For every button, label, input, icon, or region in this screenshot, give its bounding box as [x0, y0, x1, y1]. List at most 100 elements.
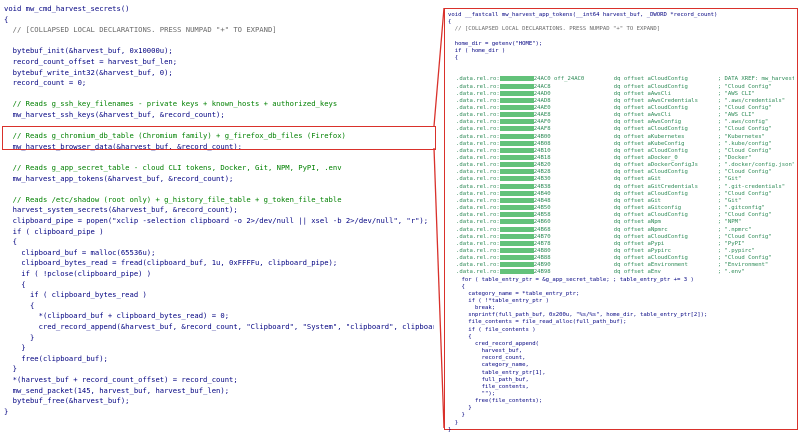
row-operand: dq offset aKubernetes: [613, 133, 685, 140]
row-operand: dq offset aAwsCli: [613, 112, 672, 119]
redaction-block: [499, 240, 534, 246]
row-address: .data.rel.ro:: [456, 140, 500, 147]
row-label: 24AD8: [533, 97, 551, 104]
code-line: {: [448, 19, 452, 26]
data-table-row: .data.rel.ro: 24B08 dq offset aKubeConfig;…: [456, 140, 794, 148]
code-line: category_name,: [448, 362, 529, 369]
redaction-block: [499, 212, 534, 218]
row-address: .data.rel.ro:: [456, 226, 500, 233]
row-comment: ; ".gitconfig": [717, 205, 765, 212]
row-label: 24B70: [533, 233, 551, 240]
row-operand: dq offset aGit: [613, 197, 661, 204]
row-address: .data.rel.ro:: [456, 90, 500, 97]
row-label: 24AE0: [533, 104, 551, 111]
row-address: .data.rel.ro:: [456, 155, 500, 161]
row-comment: ; DATA XREF: mw_harvest_app: [717, 76, 794, 83]
row-operand: dq offset aCloudConfig: [613, 255, 688, 262]
redaction-block: [499, 183, 534, 189]
data-table-row: .data.rel.ro: 24B30 dq offset aGit ; "Git": [456, 176, 794, 183]
row-comment: ; "Cloud Config": [717, 255, 772, 262]
data-table-row: .data.rel.ro: 24B88 dq offset aCloudConfig…: [456, 255, 794, 262]
row-operand: dq offset aCloudConfig: [613, 190, 688, 197]
row-address: .data.rel.ro:: [456, 112, 500, 119]
redaction-block: [499, 133, 534, 139]
code-line: if ( !*table_entry_ptr ): [448, 298, 550, 304]
code-line: }: [448, 405, 472, 412]
data-table-row: .data.rel.ro: 24AC8 dq offset aCloudConfig…: [456, 83, 794, 91]
row-label: 24B58: [533, 212, 551, 219]
row-comment: ; "Cloud Config": [717, 190, 772, 197]
data-table-row: .data.rel.ro: 24B40 dq offset aCloudConfig…: [456, 190, 794, 198]
code-line: if ( home_dir ): [448, 47, 506, 54]
code-line: home_dir = getenv("HOME");: [448, 40, 543, 47]
redaction-block: [499, 76, 534, 82]
row-comment: ; ".docker/config.json": [717, 162, 794, 169]
data-table-row: .data.rel.ro: 24B10 dq offset aCloudConfig…: [456, 147, 794, 155]
row-operand: dq offset aCloudConfig: [613, 147, 688, 154]
row-address: .data.rel.ro:: [456, 190, 500, 197]
row-address: .data.rel.ro:: [456, 104, 500, 111]
row-comment: ; "Cloud Config": [717, 83, 772, 90]
data-table-row: .data.rel.ro: 24B70 dq offset aCloudConfig…: [456, 233, 794, 241]
data-table-row: .data.rel.ro: 24AD8 dq offset aAwsCredenti…: [456, 97, 794, 105]
row-comment: ; ".pypirc": [717, 247, 755, 254]
data-table-row: .data.rel.ro: 24B00 dq offset aKubernetes;…: [456, 133, 794, 141]
row-comment: ; "Git": [717, 176, 742, 183]
code-line: cred_record_append(: [448, 340, 539, 347]
row-operand: dq offset aPypi: [613, 240, 665, 247]
code-line: "");: [448, 390, 496, 397]
row-label: 24B10: [533, 147, 551, 154]
row-comment: ; ".git-credentials": [717, 183, 786, 190]
code-line: // [COLLAPSED LOCAL DECLARATIONS. PRESS …: [448, 26, 661, 33]
row-comment: ; "AWS CLI": [717, 90, 755, 97]
row-comment: ; "Cloud Config": [717, 233, 772, 240]
row-comment: ; ".aws/credentials": [717, 97, 786, 104]
row-operand: dq offset aCloudConfig: [613, 169, 688, 176]
row-comment: ; ".npmrc": [717, 226, 752, 233]
row-operand: dq offset aGitCredentials: [613, 183, 698, 190]
row-address: .data.rel.ro:: [456, 76, 500, 83]
redaction-block: [499, 226, 534, 232]
code-line: }: [448, 412, 465, 419]
code-line: file_contents,: [448, 383, 529, 390]
data-table-row: .data.rel.ro: 24AF0 dq offset aAwsConfig ; …: [456, 119, 794, 126]
code-line: }: [448, 426, 452, 433]
data-table-row: .data.rel.ro: 24B60 dq offset aNpm ; "NPM": [456, 219, 794, 226]
row-comment: ; "Cloud Config": [717, 212, 772, 219]
row-address: .data.rel.ro:: [456, 205, 500, 212]
row-operand: dq offset aAwsCredentials: [613, 97, 698, 104]
row-comment: ; "Cloud Config": [717, 126, 772, 133]
redaction-block: [499, 233, 534, 239]
row-comment: ; "PyPI": [717, 240, 745, 247]
row-address: .data.rel.ro:: [456, 97, 500, 104]
data-table-row: .data.rel.ro: 24B58 dq offset aCloudConfig…: [456, 212, 794, 219]
row-operand: dq offset aCloudConfig: [613, 212, 688, 219]
redaction-block: [499, 176, 534, 182]
code-line: break;: [448, 305, 496, 312]
callee-pseudocode-view: void __fastcall mw_harvest_app_tokens(__…: [0, 0, 800, 433]
row-address: .data.rel.ro:: [456, 240, 500, 247]
row-operand: dq offset aGit: [613, 176, 661, 183]
row-operand: dq offset aNpmrc: [613, 226, 668, 233]
redaction-block: [499, 112, 534, 118]
row-operand: dq offset aCloudConfig: [613, 126, 688, 133]
row-operand: dq offset aCloudConfig: [613, 233, 688, 240]
row-comment: ; ".aws/config": [717, 119, 769, 126]
row-label: 24AD0: [533, 90, 551, 97]
row-comment: ; "Environment": [717, 262, 769, 269]
row-label: 24B28: [533, 169, 551, 176]
redaction-block: [499, 155, 534, 160]
row-operand: dq offset aCloudConfig: [613, 76, 688, 83]
code-line: {: [448, 333, 472, 340]
code-line: free(file_contents);: [448, 398, 543, 405]
code-line: file_contents = file_read_alloc(full_pat…: [448, 319, 627, 326]
data-table-row: .data.rel.ro: 24B98 dq offset aEnv ; ".env": [456, 269, 794, 276]
row-label: 24AC0 off_24AC0: [533, 76, 585, 83]
data-table-row: .data.rel.ro: 24B78 dq offset aPypi ; "PyPI…: [456, 240, 794, 248]
redaction-block: [499, 197, 534, 203]
code-line: full_path_buf,: [448, 376, 529, 383]
row-label: 24B90: [533, 262, 551, 269]
row-label: 24B68: [533, 226, 551, 233]
row-address: .data.rel.ro:: [456, 119, 500, 126]
